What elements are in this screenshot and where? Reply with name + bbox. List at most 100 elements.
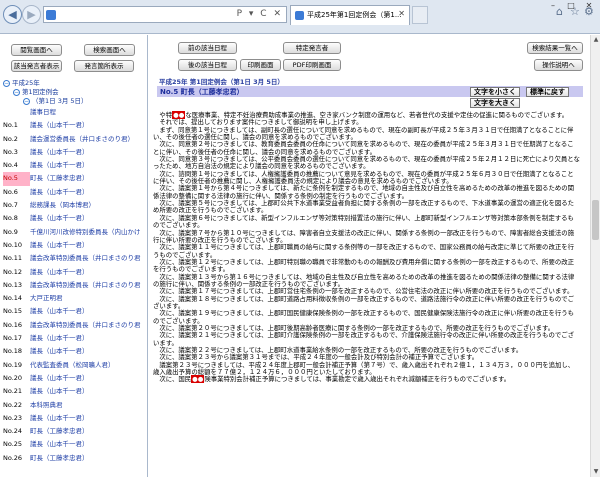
session-title: 平成25年 第1回定例会（第1日 3月 5日） [159, 78, 284, 86]
toc-item-label[interactable]: 議長（山本千一君） [30, 387, 89, 395]
toc-item-number: No.25 [3, 440, 23, 449]
toc-item-label[interactable]: 議会改革特別委員長（井口まさのり君 [30, 281, 141, 289]
tree-session[interactable]: − 第1回定例会 [3, 88, 146, 97]
close-window-icon[interactable]: ✕ [581, 0, 597, 12]
toc-item-label[interactable]: 議長（山本千一君） [30, 347, 89, 355]
search-view-button[interactable]: 検索画面へ [84, 44, 135, 56]
show-speech-list-button[interactable]: 発言箇所表示 [74, 60, 134, 72]
toc-item[interactable]: 議事日程 [3, 106, 146, 119]
speech-paragraph: 次に、議案第２１号につきましては、上郡町介護保険条例の一部を改正するもので、介護… [153, 331, 575, 347]
toc-item-label[interactable]: 議長（山本千一君） [30, 374, 89, 382]
forward-button[interactable]: ▶ [22, 5, 41, 24]
toc-item-label[interactable]: 議長（山本千一君） [30, 161, 89, 169]
toc-item-label[interactable]: 議長（山本千一君） [30, 334, 89, 342]
toc-item[interactable]: No.8 議長（山本千一君） [3, 212, 146, 225]
toc-item-label[interactable]: 議長（山本千一君） [30, 214, 89, 222]
toc-item[interactable]: No.13 議会改革特別委員長（井口まさのり君 [3, 279, 146, 292]
toc-item[interactable]: No.15 議長（山本千一君） [3, 305, 146, 318]
collapse-icon[interactable]: − [13, 88, 20, 96]
minutes-view-button[interactable]: 閲覧画面へ [11, 44, 62, 56]
scroll-thumb[interactable] [592, 200, 599, 240]
toc-item[interactable]: No.23 議長（山本千一君） [3, 412, 146, 425]
scroll-down-icon[interactable]: ▼ [591, 467, 600, 477]
toc-item-label[interactable]: 町長（工藤孝忠君） [30, 174, 89, 182]
show-speakers-button[interactable]: 該当発言者表示 [11, 60, 62, 72]
toc-item-label[interactable]: 議長（山本千一君） [30, 440, 89, 448]
print-view-button[interactable]: 印刷画面 [240, 59, 281, 71]
toc-item[interactable]: No.24 町長（工藤孝忠君） [3, 425, 146, 438]
next-speaker-button[interactable]: 後の該当日程 [178, 59, 237, 71]
tree-day[interactable]: − （第1日 3月 5日） [3, 97, 146, 106]
toc-item-label[interactable]: 議会運営委員長（井口まさのり君） [30, 135, 134, 143]
toc-item-label[interactable]: 大戸正明君 [30, 294, 63, 302]
maximize-icon[interactable]: □ [563, 0, 579, 12]
special-speaker-button[interactable]: 特定発言者 [283, 42, 341, 54]
toc-item[interactable]: No.9 千億川河川改修特別委員長（内山かけ [3, 226, 146, 239]
speech-paragraph: 次に、議案第１１号につきましては、上郡町職員の給与に関する条例等の一部を改正する… [153, 243, 575, 259]
toc-item[interactable]: No.19 代表監査委員（松岡曠人君） [3, 359, 146, 372]
toc-item-label[interactable]: 本科照典君 [30, 401, 63, 409]
toc-item[interactable]: No.7 総務課長（岡本博君） [3, 199, 146, 212]
toc-item[interactable]: No.10 議長（山本千一君） [3, 239, 146, 252]
toc-item[interactable]: No.1 議長（山本千一君） [3, 119, 146, 132]
toc-item-label[interactable]: 町長（工藤孝忠君） [30, 427, 89, 435]
font-smaller-button[interactable]: 文字を小さく [470, 87, 520, 97]
tab-favicon-icon [295, 11, 304, 20]
toc-item-label[interactable]: 町長（工藤孝忠君） [30, 454, 89, 462]
minimize-icon[interactable]: – [545, 0, 561, 12]
toc-item-label[interactable]: 議長（山本千一君） [30, 307, 89, 315]
font-larger-button[interactable]: 文字を大きく [470, 98, 520, 108]
toc-item-label[interactable]: 議長（山本千一君） [30, 188, 89, 196]
toc-item[interactable]: No.20 議長（山本千一君） [3, 372, 146, 385]
toc-item[interactable]: No.21 議長（山本千一君） [3, 385, 146, 398]
tab-title: 平成25年第1回定例会（第1... [307, 11, 402, 19]
toc-item[interactable]: No.12 議長（山本千一君） [3, 266, 146, 279]
toc-item[interactable]: No.14 大戸正明君 [3, 292, 146, 305]
tree-year[interactable]: − 平成25年 [3, 79, 146, 88]
toc-item-label[interactable]: 議長（山本千一君） [30, 268, 89, 276]
address-tools[interactable]: P ▾ C ✕ [237, 9, 283, 19]
tab-close-icon[interactable]: ✕ [398, 9, 405, 18]
speech-paragraph: 次に、議案第１２号につきましては、上郡町特別職の職員で非常勤のものの報酬及び費用… [153, 257, 575, 274]
back-to-results-button[interactable]: 検索結果一覧へ [527, 42, 583, 54]
speech-paragraph: 次に、議案第５号につきましては、上郡町公共下水道事業受益者負担に関する条例の一部… [153, 199, 575, 215]
toc-item-label[interactable]: 議長（山本千一君） [30, 241, 89, 249]
toc-item-label[interactable]: 議事日程 [30, 108, 56, 116]
toc-item-label[interactable]: 議会改革特別委員長（井口まさのり君 [30, 254, 141, 262]
toc-item-number: No.17 [3, 334, 23, 343]
prev-speaker-button[interactable]: 前の該当日程 [178, 42, 237, 54]
toc-item-label[interactable]: 議長（山本千一君） [30, 148, 89, 156]
toc-item[interactable]: No.3 議長（山本千一君） [3, 146, 146, 159]
toc-item[interactable]: No.26 町長（工藤孝忠君） [3, 452, 146, 465]
toc-item-label[interactable]: 代表監査委員（松岡曠人君） [30, 361, 115, 369]
toc-item[interactable]: No.16 議会改革特別委員長（井口まさのり君 [3, 319, 146, 332]
toc-item[interactable]: No.2 議会運営委員長（井口まさのり君） [3, 133, 146, 146]
font-reset-button[interactable]: 標準に戻す [526, 87, 569, 97]
back-button[interactable]: ◀ [3, 5, 22, 24]
toc-item-label[interactable]: 議長（山本千一君） [30, 414, 89, 422]
toc-item[interactable]: No.18 議長（山本千一君） [3, 345, 146, 358]
toc-item-label[interactable]: 総務課長（岡本博君） [30, 201, 95, 209]
toc-item[interactable]: No.25 議長（山本千一君） [3, 438, 146, 451]
toc-item-label[interactable]: 議会改革特別委員長（井口まさのり君 [30, 321, 141, 329]
collapse-icon[interactable]: − [23, 97, 30, 105]
vertical-scrollbar[interactable]: ▲ ▼ [590, 35, 600, 477]
address-bar[interactable]: P ▾ C ✕ [43, 6, 287, 23]
toc-item[interactable]: No.17 議長（山本千一君） [3, 332, 146, 345]
toc-item-number: No.19 [3, 360, 23, 369]
toc-item[interactable]: No.4 議長（山本千一君） [3, 159, 146, 172]
toc-item-label[interactable]: 千億川河川改修特別委員長（内山かけ [30, 228, 141, 236]
scroll-up-icon[interactable]: ▲ [591, 35, 600, 45]
browser-tab[interactable]: 平成25年第1回定例会（第1... ✕ [290, 5, 410, 25]
pdf-print-button[interactable]: PDF印刷画面 [283, 59, 341, 71]
toc-item[interactable]: No.6 議長（山本千一君） [3, 186, 146, 199]
new-tab-button[interactable] [412, 6, 428, 24]
help-button[interactable]: 操作説明へ [534, 59, 583, 71]
toc-item-number: No.23 [3, 413, 23, 422]
collapse-icon[interactable]: − [3, 79, 10, 87]
toc-item-label[interactable]: 議長（山本千一君） [30, 121, 89, 129]
toc-item[interactable]: No.22 本科照典君 [3, 399, 146, 412]
speech-text: や特●●な医療事業、特定不妊治療費助成事業の推進、空き家バンク制度の運用など、若… [153, 111, 580, 384]
toc-item[interactable]: No.5 町長（工藤孝忠君） [3, 172, 146, 186]
toc-item[interactable]: No.11 議会改革特別委員長（井口まさのり君 [3, 252, 146, 265]
